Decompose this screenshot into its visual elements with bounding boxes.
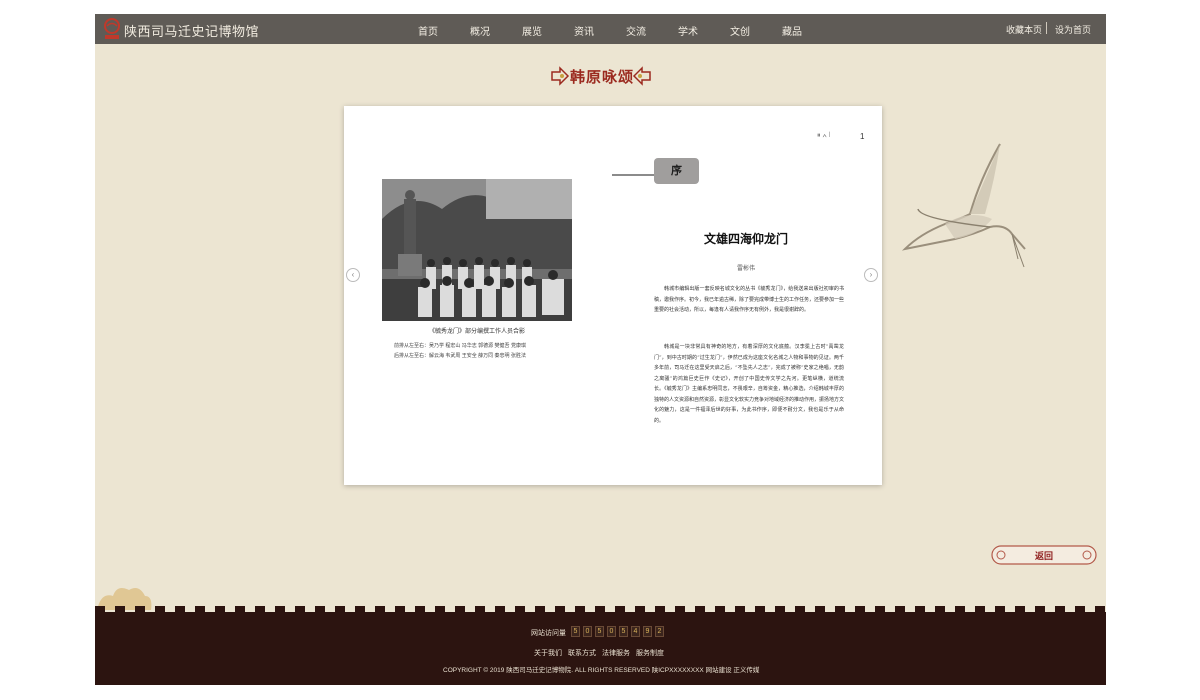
visit-counter-digit: 4 [631, 626, 640, 637]
flipbook-viewer[interactable]: ⏸ ∧ ∣ 1 《毓秀龙门》部分编撰工作人员合影 前排从左至右：吴乃学 程宏山 … [344, 106, 882, 485]
header-divider [1046, 22, 1047, 34]
section-title: 韩原咏颂 [570, 68, 635, 86]
article-paragraph: 韩城是一块非常具有神奇的地方，有着深厚的文化底蕴。汉李冕上古时“禹凿龙门”，到中… [654, 344, 844, 424]
nav-item-collections[interactable]: 藏品 [782, 23, 802, 38]
visit-counter-digit: 0 [607, 626, 616, 637]
preface-tab-line [612, 174, 656, 176]
nav-item-overview[interactable]: 概况 [470, 23, 490, 38]
back-button-label[interactable]: 返回 [1035, 549, 1053, 562]
museum-page: 陕西司马迁史记博物馆 首页 概况 展览 资讯 交流 学术 文创 藏品 收藏本页 … [95, 14, 1106, 685]
site-footer [95, 612, 1106, 685]
article-paragraph: 韩城市编辑出版一套反映名城文化的丛书《毓秀龙门》，给我送来出版社初审的书稿，邀我… [654, 286, 844, 313]
bookmark-link[interactable]: 收藏本页 [1006, 23, 1042, 36]
visit-counter-label: 网站访问量 [531, 630, 566, 637]
footer-link-contact[interactable]: 联系方式 [568, 648, 596, 658]
photo-caption: 《毓秀龙门》部分编撰工作人员合影 [428, 329, 525, 335]
top-navigation-bar: 陕西司马迁史记博物馆 首页 概况 展览 资讯 交流 学术 文创 藏品 收藏本页 … [95, 14, 1106, 44]
visit-counter-digit: 5 [571, 626, 580, 637]
visit-counter-digit: 5 [619, 626, 628, 637]
previous-page-arrow-icon[interactable]: ‹ [346, 268, 360, 282]
ornament-right-icon [632, 66, 651, 86]
group-photo [382, 179, 572, 321]
visit-counter-digit: 9 [643, 626, 652, 637]
set-homepage-link[interactable]: 设为首页 [1055, 23, 1091, 36]
nav-item-home[interactable]: 首页 [418, 23, 438, 38]
nav-item-exchange[interactable]: 交流 [626, 23, 646, 38]
back-row-names: 后排从左至右：解云海 韦武周 王安全 薛万同 秦忠明 张胜法 [394, 353, 526, 359]
front-row-names: 前排从左至右：吴乃学 程宏山 冯华志 郭德源 樊健吾 党康琪 [394, 343, 526, 349]
visit-counter-digit: 2 [655, 626, 664, 637]
page-number: 1 [860, 132, 865, 141]
museum-logo-icon[interactable] [101, 17, 123, 41]
visit-counter-digit: 0 [583, 626, 592, 637]
copyright-text: COPYRIGHT © 2019 陕西司马迁史记博物院. ALL RIGHTS … [443, 667, 760, 674]
footer-link-policy[interactable]: 服务制度 [636, 648, 664, 658]
article-title: 文雄四海仰龙门 [703, 232, 788, 246]
site-title[interactable]: 陕西司马迁史记博物馆 [124, 21, 259, 40]
footer-link-about[interactable]: 关于我们 [534, 648, 562, 658]
crane-illustration [901, 143, 1026, 268]
ornament-left-icon [551, 66, 570, 86]
visit-counter-digit: 5 [595, 626, 604, 637]
preface-tab: 序 [654, 158, 699, 184]
nav-item-cultural-products[interactable]: 文创 [730, 23, 750, 38]
page-controls[interactable]: ⏸ ∧ ∣ [817, 132, 830, 140]
nav-item-academic[interactable]: 学术 [678, 23, 698, 38]
nav-item-news[interactable]: 资讯 [574, 23, 594, 38]
article-author: 雷彬伟 [736, 265, 755, 272]
footer-link-legal[interactable]: 法律服务 [602, 648, 630, 658]
next-page-arrow-icon[interactable]: › [864, 268, 878, 282]
nav-item-exhibitions[interactable]: 展览 [522, 23, 542, 38]
